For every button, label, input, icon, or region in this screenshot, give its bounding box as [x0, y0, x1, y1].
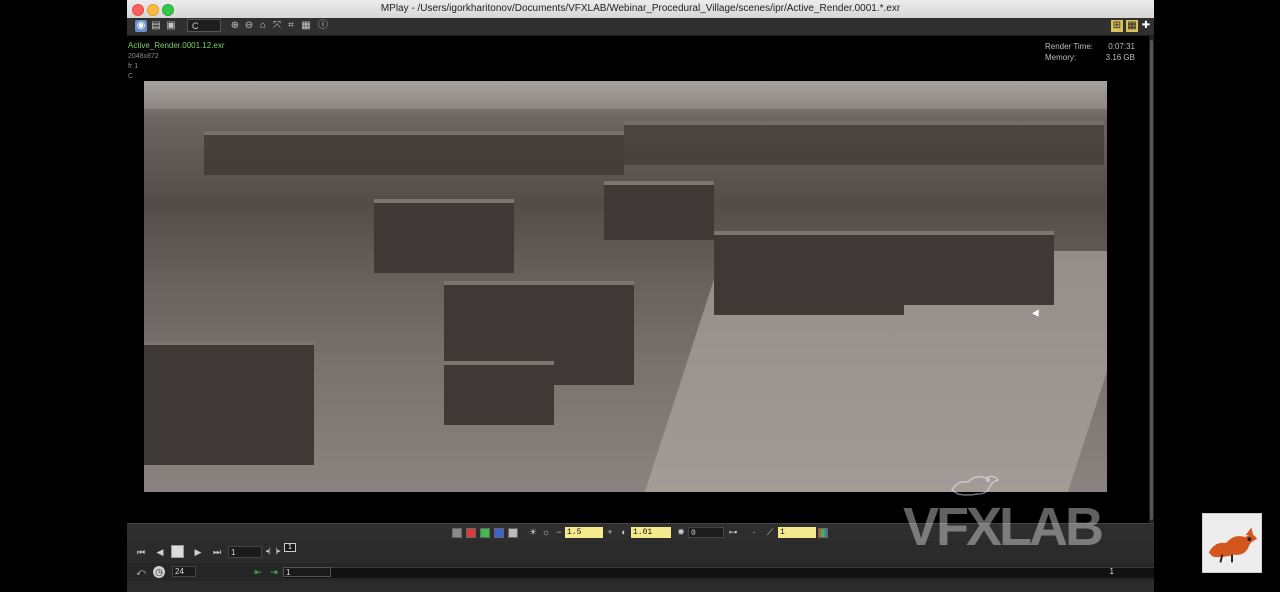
compare-icon[interactable]: ⊞	[1111, 20, 1123, 32]
display-icon[interactable]: ▣	[165, 20, 177, 32]
render-sky	[144, 81, 1107, 109]
add-icon[interactable]: ✚	[1140, 20, 1152, 32]
render-house	[714, 231, 904, 315]
frame-marker[interactable]: 1	[284, 543, 296, 552]
realtime-icon[interactable]: ◷	[153, 566, 165, 578]
gamma-field[interactable]: 1.01	[631, 527, 671, 538]
fps-field[interactable]: 24	[172, 566, 196, 577]
layout-icon[interactable]: ▤	[150, 20, 162, 32]
fit-icon[interactable]: ⤧	[271, 20, 283, 32]
timeline-row: ⤺ ◷ 24 ⇤ ⇥ 1 1	[127, 563, 1154, 581]
title-bar: MPlay - /Users/igorkharitonov/Documents/…	[127, 0, 1154, 19]
memory-label: Memory:	[1045, 53, 1077, 62]
image-viewer[interactable]: Active_Render.0001.12.exr 2048x872 fr 1 …	[127, 36, 1149, 523]
skip-to-start-icon[interactable]: ⏮	[133, 546, 149, 558]
frame-label: fr 1	[128, 63, 139, 70]
rgb-channel-button[interactable]	[452, 528, 462, 538]
exposure-reset-icon[interactable]: ☼	[541, 527, 551, 538]
timeline-scrubber[interactable]	[283, 567, 1154, 578]
zoom-in-icon[interactable]: ⊕	[229, 20, 241, 32]
render-time-value: 0:07:31	[1108, 42, 1135, 51]
render-house	[624, 121, 1104, 165]
loop-mode-icon[interactable]: ⤺	[133, 566, 149, 578]
lut-icon[interactable]: ⊶	[728, 527, 738, 538]
memory-value: 3.16 GB	[1105, 53, 1135, 62]
view-mode-icon[interactable]: ◉	[135, 20, 147, 32]
mascot-logo-icon	[1208, 527, 1258, 563]
current-frame-field[interactable]: 1	[228, 546, 262, 558]
scrollbar-thumb[interactable]	[1150, 40, 1153, 520]
info-icon[interactable]: ⓘ	[317, 20, 329, 32]
window-title: MPlay - /Users/igorkharitonov/Documents/…	[380, 3, 901, 14]
render-house	[374, 199, 514, 273]
step-back-icon[interactable]: ◂|	[263, 546, 273, 558]
corner-logo	[1202, 513, 1262, 573]
blue-channel-button[interactable]	[494, 528, 504, 538]
step-forward-icon[interactable]: |▸	[273, 546, 283, 558]
plus-icon[interactable]: +	[605, 527, 615, 538]
range-start-icon[interactable]: ⇤	[250, 566, 266, 578]
skip-to-end-icon[interactable]: ⏭	[209, 546, 225, 558]
watermark-mascot-icon	[950, 475, 1000, 496]
render-house	[604, 181, 714, 240]
brightness-field[interactable]: 0	[688, 527, 724, 538]
color-correct-button[interactable]	[818, 528, 828, 538]
range-end-icon[interactable]: ⇥	[266, 566, 282, 578]
red-channel-button[interactable]	[466, 528, 476, 538]
exposure-field[interactable]: 1.5	[565, 527, 603, 538]
green-channel-button[interactable]	[480, 528, 490, 538]
render-stats: Render Time: 0:07:31 Memory: 3.16 GB	[1045, 41, 1135, 63]
picker-icon[interactable]: ⟋	[765, 527, 775, 538]
brightness-icon: ✹	[677, 527, 685, 537]
resolution-label: 2048x872	[128, 53, 159, 60]
file-name-label: Active_Render.0001.12.exr	[128, 41, 225, 50]
channel-label: C	[128, 73, 134, 80]
render-house	[204, 131, 624, 175]
range-end-label: 1	[1109, 567, 1114, 576]
render-image	[144, 81, 1107, 492]
viewer-toolbar: ◉ ▤ ▣ C ⊕ ⊖ ⌂ ⤧ ⌗ ▦ ⓘ ⊞ ▦ ✚	[127, 18, 1154, 36]
alpha-channel-button[interactable]	[508, 528, 518, 538]
viewer-scrollbar[interactable]	[1149, 36, 1154, 523]
stop-button[interactable]	[171, 545, 184, 558]
exposure-icon: ☀	[528, 527, 538, 537]
grid-icon[interactable]: ▦	[1126, 20, 1138, 32]
minus-icon[interactable]: −	[554, 527, 564, 538]
dot-icon: ·	[752, 527, 756, 537]
render-house	[904, 231, 1054, 305]
render-house	[144, 341, 314, 465]
zoom-out-icon[interactable]: ⊖	[243, 20, 255, 32]
range-start-field[interactable]: 1	[283, 567, 331, 577]
snapshot-icon[interactable]: ▦	[300, 20, 312, 32]
play-backward-icon[interactable]: ◀	[152, 546, 168, 558]
home-icon[interactable]: ⌂	[257, 20, 269, 32]
crop-icon[interactable]: ⌗	[285, 20, 297, 32]
play-forward-icon[interactable]: ▶	[190, 546, 206, 558]
render-time-label: Render Time:	[1045, 42, 1094, 51]
watermark-logo: VFXLAB	[903, 497, 1104, 557]
lut-field[interactable]: 1	[778, 527, 816, 538]
channel-select[interactable]: C	[187, 19, 221, 32]
render-house	[444, 361, 554, 425]
gamma-icon: ◐	[621, 527, 627, 537]
